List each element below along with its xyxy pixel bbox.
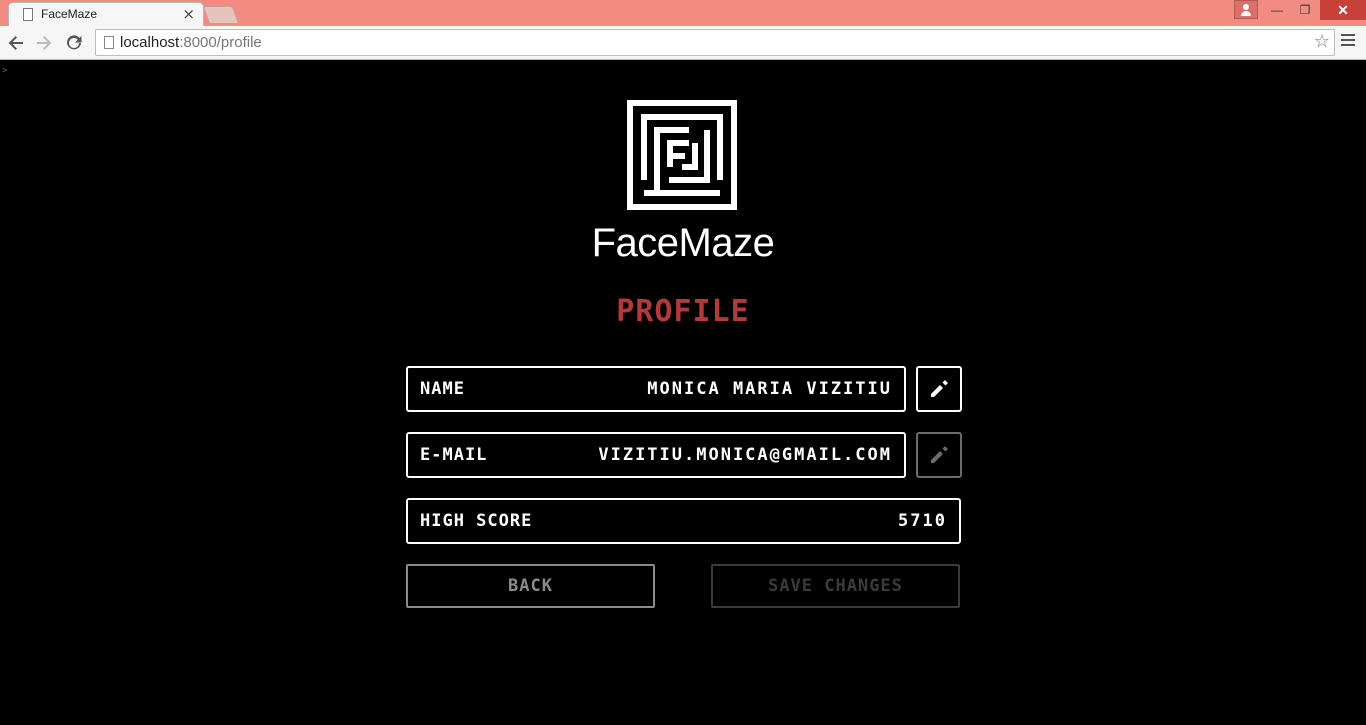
high-score-value: 5710 [898,511,947,531]
user-profile-icon[interactable] [1234,0,1258,19]
back-arrow-icon[interactable] [4,31,28,55]
page-icon [104,36,114,49]
new-tab-button[interactable] [202,6,240,24]
name-value: MONICA MARIA VIZITIU [647,379,892,399]
email-value: VIZITIU.MONICA@GMAIL.COM [598,445,892,465]
high-score-field: HIGH SCORE 5710 [406,498,961,544]
corner-mark: > [2,66,8,76]
edit-name-button[interactable] [916,366,962,412]
edit-email-button[interactable] [916,432,962,478]
tab-title: FaceMaze [41,7,98,21]
bookmark-star-icon[interactable]: ☆ [1314,31,1330,52]
tab-close-icon[interactable]: × [182,5,195,23]
url-text: localhost:8000/profile [120,34,262,51]
page-title: PROFILE [616,294,750,329]
browser-tab[interactable]: FaceMaze × [8,2,204,26]
back-button[interactable]: BACK [406,564,655,608]
name-label: NAME [420,379,465,399]
page-icon [23,8,33,21]
pencil-icon [931,380,948,397]
save-changes-button[interactable]: SAVE CHANGES [711,564,960,608]
restore-button[interactable]: ❐ [1292,0,1318,20]
browser-toolbar: localhost:8000/profile ☆ [0,26,1366,60]
minimize-button[interactable]: — [1264,0,1290,20]
high-score-label: HIGH SCORE [420,511,533,531]
close-window-button[interactable]: ✕ [1320,0,1366,20]
name-field: NAME MONICA MARIA VIZITIU [406,366,906,412]
pencil-icon [931,446,948,463]
reload-icon[interactable] [62,31,86,55]
email-label: E-MAIL [420,445,488,465]
facemaze-logo [627,100,737,210]
brand-title: FaceMaze [591,221,775,265]
browser-titlebar: FaceMaze × — ❐ ✕ [0,0,1366,26]
forward-arrow-icon[interactable] [32,31,56,55]
page-content: > FaceMaze PROFILE NAME MONICA MARIA VIZ… [0,61,1366,725]
menu-icon[interactable] [1341,34,1355,49]
address-bar[interactable]: localhost:8000/profile ☆ [95,29,1335,56]
email-field: E-MAIL VIZITIU.MONICA@GMAIL.COM [406,432,906,478]
